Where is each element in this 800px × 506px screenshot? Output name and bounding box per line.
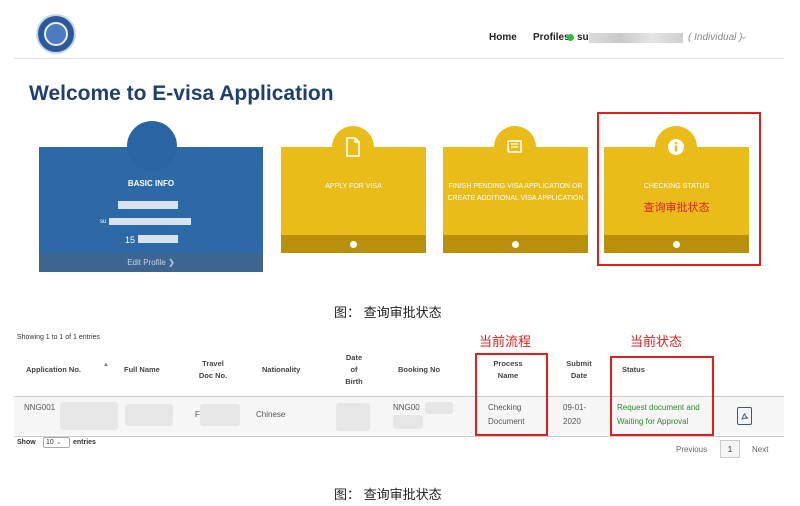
status-annotation-table: 当前状态 [630, 334, 683, 349]
avatar [127, 121, 177, 171]
book-icon [494, 126, 536, 168]
redacted-booking-no-2 [425, 402, 453, 414]
document-icon [332, 126, 374, 168]
emblem-icon [44, 22, 68, 46]
th-full-name[interactable]: Full Name [124, 364, 160, 376]
user-type[interactable]: ( Individual ) [688, 32, 742, 43]
redacted-full-name [125, 404, 173, 426]
cell-submit-date: 09-01- 2020 [563, 403, 587, 426]
header-divider [14, 58, 784, 59]
figure-caption-top: 图： 查询审批状态 [334, 305, 442, 320]
nav-home[interactable]: Home [489, 32, 517, 43]
page-title: Welcome to E-visa Application [29, 82, 334, 105]
highlight-box-status [610, 356, 714, 436]
th-submit-date[interactable]: Submit Date [563, 358, 595, 382]
sort-asc-icon[interactable]: ▲ [103, 362, 109, 368]
cell-nationality: Chinese [256, 410, 286, 419]
apply-visa-title: APPLY FOR VISA [325, 183, 382, 190]
pagination-page-1[interactable]: 1 [720, 440, 740, 458]
site-logo[interactable] [36, 14, 76, 54]
cell-application-no: NNG001 [24, 403, 56, 412]
redacted-application-no [60, 402, 118, 430]
th-travel-doc[interactable]: Travel Doc No. [198, 358, 228, 382]
arrow-circle-icon[interactable] [350, 241, 357, 248]
th-nationality[interactable]: Nationality [262, 364, 300, 376]
table-info: Showing 1 to 1 of 1 entries [17, 334, 100, 341]
finish-pending-title: FINISH PENDING VISA APPLICATION OR CREAT… [447, 183, 584, 202]
basic-info-title: BASIC INFO [127, 179, 175, 188]
redacted-name [118, 201, 178, 209]
chevron-down-icon[interactable]: ⌄ [740, 31, 748, 42]
redacted-user-name [589, 33, 683, 43]
th-application-no[interactable]: Application No. [26, 364, 81, 376]
pagination-next[interactable]: Next [752, 445, 768, 454]
highlight-box-status-card [597, 112, 761, 266]
redacted-booking-no [393, 415, 423, 429]
edit-profile-link[interactable]: Edit Profile ❯ [39, 258, 263, 267]
pagination-previous[interactable]: Previous [676, 445, 707, 454]
cell-booking-no: NNG00 [393, 403, 420, 412]
figure-caption-bottom: 图： 查询审批状态 [334, 487, 442, 502]
pdf-download-icon[interactable] [737, 407, 752, 425]
redacted-date-of-birth [336, 403, 370, 431]
table-bottom-border [14, 436, 784, 437]
process-annotation: 当前流程 [479, 334, 532, 349]
entries-select[interactable]: 10 ⌄ [43, 437, 70, 448]
entries-label: entries [73, 439, 96, 446]
user-name[interactable]: su [577, 32, 589, 43]
redacted-email [109, 218, 191, 225]
nav-profiles[interactable]: Profiles [533, 32, 570, 43]
th-booking-no[interactable]: Booking No [398, 364, 440, 376]
online-status-icon [567, 34, 574, 41]
arrow-circle-icon[interactable] [512, 241, 519, 248]
redacted-phone [138, 235, 178, 243]
basic-info-phone-prefix: 15 [125, 235, 136, 245]
basic-info-user-prefix: su [100, 219, 107, 225]
th-date-of-birth[interactable]: Date of Birth [342, 352, 366, 388]
redacted-travel-doc [200, 404, 240, 426]
show-label: Show [17, 439, 36, 446]
highlight-box-process [475, 353, 548, 436]
